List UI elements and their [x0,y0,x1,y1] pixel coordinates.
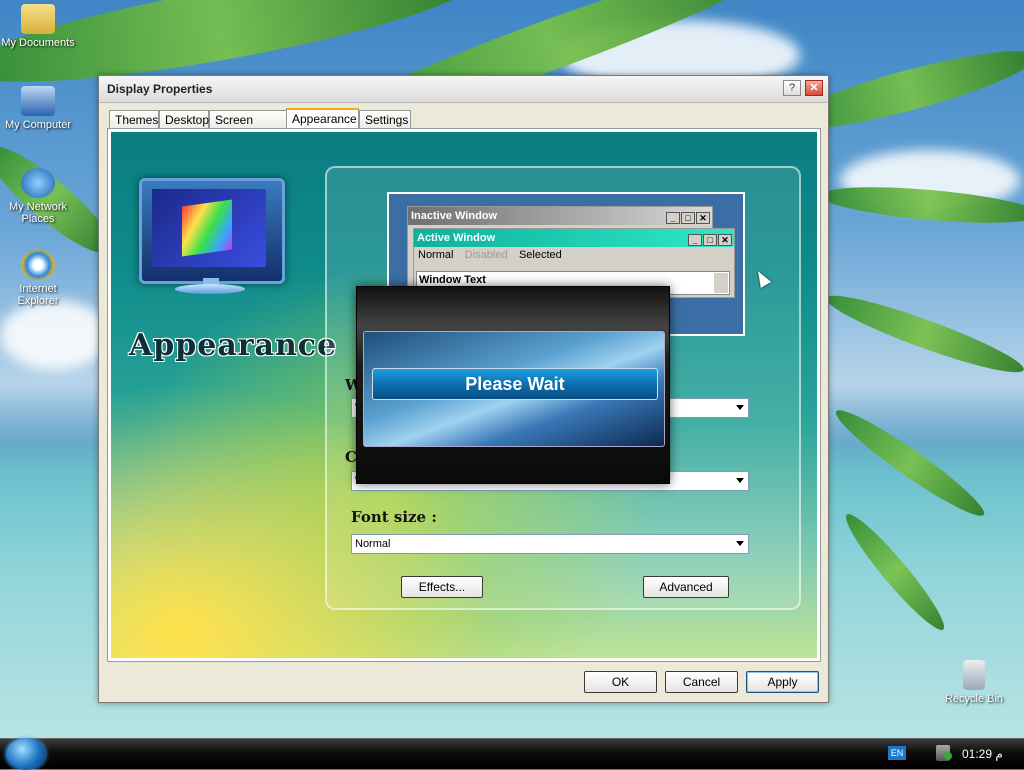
desktop-icon-my-computer[interactable]: My Computer [0,86,78,131]
title-bar[interactable]: Display Properties ? ✕ [99,76,828,103]
inactive-window-title: Inactive Window [411,210,498,222]
inactive-title-bar: Inactive Window _ □ ✕ [408,207,712,225]
window-title: Display Properties [107,82,213,96]
close-icon: ✕ [718,234,732,246]
scrollbar [714,273,728,293]
desktop-icon-my-documents[interactable]: My Documents [0,4,78,49]
inactive-caption-buttons: _ □ ✕ [665,209,710,227]
taskbar: EN 01:29 م [0,738,1024,770]
monitor-stand [175,284,245,294]
chevron-down-icon [736,405,744,410]
menu-disabled: Disabled [464,249,508,261]
tab-screen-saver[interactable]: Screen Saver [209,110,287,145]
help-button[interactable]: ? [783,80,801,96]
desktop-icon-label: Internet Explorer [17,283,59,307]
active-caption-buttons: _ □ ✕ [687,231,732,249]
internet-explorer-icon [21,250,55,280]
chevron-down-icon [736,541,744,546]
maximize-icon: □ [703,234,717,246]
effects-button[interactable]: Effects... [401,576,483,598]
computer-icon [21,86,55,116]
network-icon [21,168,55,198]
monitor-icon [139,178,285,284]
tab-themes[interactable]: Themes [109,110,159,128]
advanced-button[interactable]: Advanced [643,576,729,598]
window-text: Window Text [419,274,486,286]
monitor-screen [152,189,266,267]
please-wait-panel: Please Wait [363,331,665,447]
tab-desktop[interactable]: Desktop [159,110,209,128]
maximize-icon: □ [681,212,695,224]
cloud [0,300,110,370]
cancel-button[interactable]: Cancel [665,671,738,693]
appearance-banner: Appearance [129,328,338,363]
minimize-icon: _ [666,212,680,224]
active-title-bar: Active Window _ □ ✕ [414,229,734,247]
preview-menu: Normal Disabled Selected [414,247,734,263]
palm-frond [828,400,992,526]
menu-normal: Normal [418,249,454,261]
tab-appearance[interactable]: Appearance [286,108,359,129]
please-wait-dialog: Please Wait [356,286,670,484]
font-size-label: Font size : [351,508,437,526]
menu-selected: Selected [518,249,562,261]
desktop-icon-label: Recycle Bin [944,693,1004,705]
desktop-icon-label: My Computer [4,119,72,131]
status-check-icon [944,752,952,760]
language-indicator[interactable]: EN [888,746,906,760]
apply-button[interactable]: Apply [746,671,819,693]
clock[interactable]: 01:29 م [962,747,1003,761]
desktop-icon-label: My Network Places [8,201,68,225]
palm-frond [837,506,953,638]
color-cube [182,199,232,257]
palm-frond [821,284,1024,384]
please-wait-message: Please Wait [372,368,658,400]
recycle-bin-icon [963,660,985,690]
close-button[interactable]: ✕ [805,80,823,96]
active-window-title: Active Window [417,232,496,244]
chevron-down-icon [736,478,744,483]
desktop-icon-recycle-bin[interactable]: Recycle Bin [934,660,1014,705]
desktop-icon-internet-explorer[interactable]: Internet Explorer [0,250,78,307]
folder-icon [21,4,55,34]
font-size-value: Normal [355,538,391,550]
tab-settings[interactable]: Settings [359,110,411,128]
ok-button[interactable]: OK [584,671,657,693]
desktop-icon-my-network-places[interactable]: My Network Places [0,168,78,225]
desktop-icon-label: My Documents [1,37,75,49]
minimize-icon: _ [688,234,702,246]
close-icon: ✕ [696,212,710,224]
font-size-select[interactable]: Normal [351,534,749,554]
start-button[interactable] [6,738,46,770]
